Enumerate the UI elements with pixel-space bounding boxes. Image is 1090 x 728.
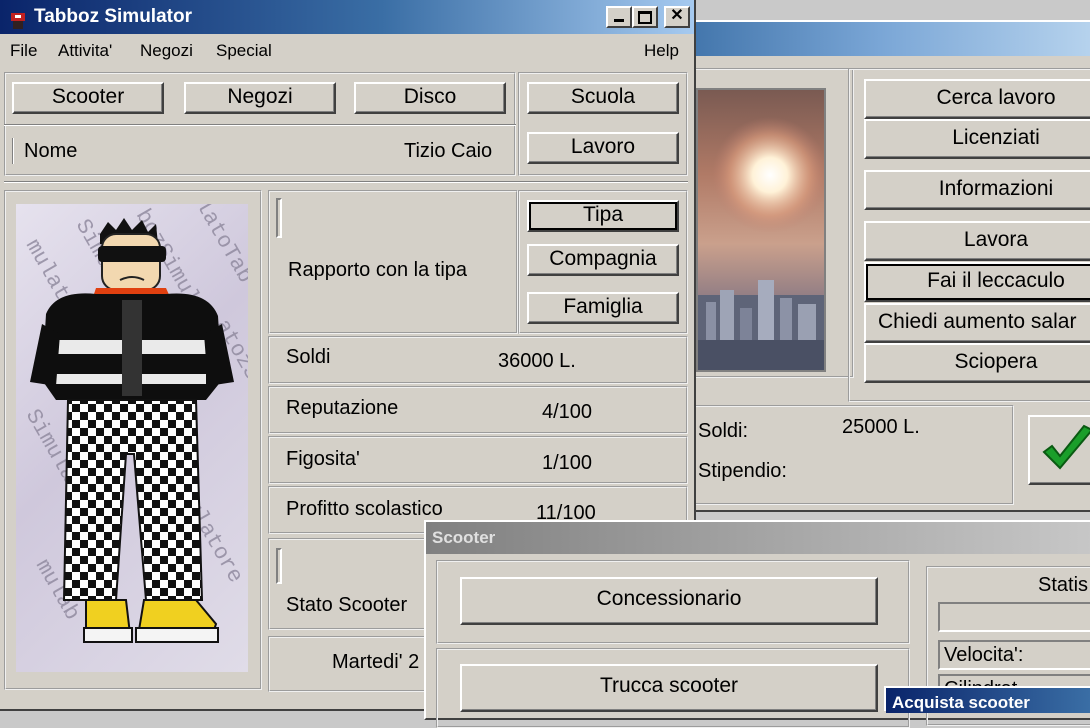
reputazione-value: 4/100 xyxy=(542,401,593,423)
lavoro-soldi-value: 25000 L. xyxy=(842,416,920,438)
scooter-window-title: Scooter xyxy=(432,528,496,547)
nome-value: Tizio Caio xyxy=(404,140,493,162)
scooter-name-field xyxy=(938,602,1090,632)
figosita-label: Figosita' xyxy=(286,448,360,470)
city-sunset-image xyxy=(696,88,826,372)
fai-leccaculo-button[interactable]: Fai il leccaculo xyxy=(864,262,1090,302)
svg-text:latoTab: latoTab xyxy=(190,204,248,288)
reputazione-label: Reputazione xyxy=(286,397,399,419)
main-titlebar[interactable]: Tabboz Simulator ✕ xyxy=(0,0,694,34)
maximize-button[interactable] xyxy=(632,6,658,28)
menu-bar: File Attivita' Negozi Special Help xyxy=(0,36,694,66)
ok-check-button[interactable] xyxy=(1028,415,1090,485)
scuola-button[interactable]: Scuola xyxy=(527,82,679,114)
nome-label: Nome xyxy=(24,140,78,162)
date-label: Martedi' 2 xyxy=(332,651,420,673)
disco-nav-button[interactable]: Disco xyxy=(354,82,506,114)
minimize-icon xyxy=(614,19,624,22)
soldi-value: 36000 L. xyxy=(498,350,576,372)
character-image: mulatoz Simulato bozSimul latoTab atozSi… xyxy=(16,204,248,672)
acquista-window: Acquista scooter xyxy=(884,686,1090,713)
menu-negozi[interactable]: Negozi xyxy=(140,41,193,61)
lavoro-soldi-label: Soldi: xyxy=(698,420,749,442)
nome-divider xyxy=(12,138,14,164)
stato-scooter-label: Stato Scooter xyxy=(286,594,408,616)
lavoro-window: Cerca lavoro Licenziati Informazioni Lav… xyxy=(660,20,1090,512)
velocita-label: Velocita': xyxy=(944,644,1024,666)
profitto-label: Profitto scolastico xyxy=(286,498,443,520)
statistiche-label: Statis xyxy=(1038,574,1089,596)
trucca-scooter-button[interactable]: Trucca scooter xyxy=(460,664,878,712)
cerca-lavoro-button[interactable]: Cerca lavoro xyxy=(864,79,1090,119)
nome-separator xyxy=(4,124,516,126)
acquista-titlebar[interactable]: Acquista scooter xyxy=(886,688,1090,713)
stipendio-label: Stipendio: xyxy=(698,460,787,482)
scooter-nav-button[interactable]: Scooter xyxy=(12,82,164,114)
tipa-info-field xyxy=(276,198,282,238)
menu-file[interactable]: File xyxy=(10,41,37,61)
soldi-label: Soldi xyxy=(286,346,331,368)
chiedi-aumento-button[interactable]: Chiedi aumento salar xyxy=(864,303,1090,343)
sciopera-button[interactable]: Sciopera xyxy=(864,343,1090,383)
famiglia-button[interactable]: Famiglia xyxy=(527,292,679,324)
app-icon xyxy=(10,8,26,29)
checkmark-icon xyxy=(1042,424,1090,470)
minimize-button[interactable] xyxy=(606,6,632,28)
licenziati-button[interactable]: Licenziati xyxy=(864,119,1090,159)
soldi-row xyxy=(268,336,688,384)
scooter-titlebar[interactable]: Scooter xyxy=(426,522,1090,554)
stato-scooter-field xyxy=(276,548,282,584)
close-icon: ✕ xyxy=(670,7,684,24)
concessionario-button[interactable]: Concessionario xyxy=(460,577,878,625)
negozi-nav-button[interactable]: Negozi xyxy=(184,82,336,114)
lavoro-button[interactable]: Lavoro xyxy=(527,132,679,164)
rapporto-label: Rapporto con la tipa xyxy=(288,259,468,281)
informazioni-button[interactable]: Informazioni xyxy=(864,170,1090,210)
main-window-title: Tabboz Simulator xyxy=(34,6,192,27)
lavoro-window-titlebar[interactable] xyxy=(662,22,1090,56)
tipa-button[interactable]: Tipa xyxy=(527,200,679,232)
main-separator xyxy=(4,181,688,183)
close-button[interactable]: ✕ xyxy=(664,6,690,28)
figosita-value: 1/100 xyxy=(542,452,593,474)
compagnia-button[interactable]: Compagnia xyxy=(527,244,679,276)
menu-special[interactable]: Special xyxy=(216,41,272,61)
lavora-button[interactable]: Lavora xyxy=(864,221,1090,261)
menu-attivita[interactable]: Attivita' xyxy=(58,41,112,61)
maximize-icon xyxy=(638,11,652,24)
acquista-window-title: Acquista scooter xyxy=(892,693,1030,712)
menu-help[interactable]: Help xyxy=(644,41,679,61)
